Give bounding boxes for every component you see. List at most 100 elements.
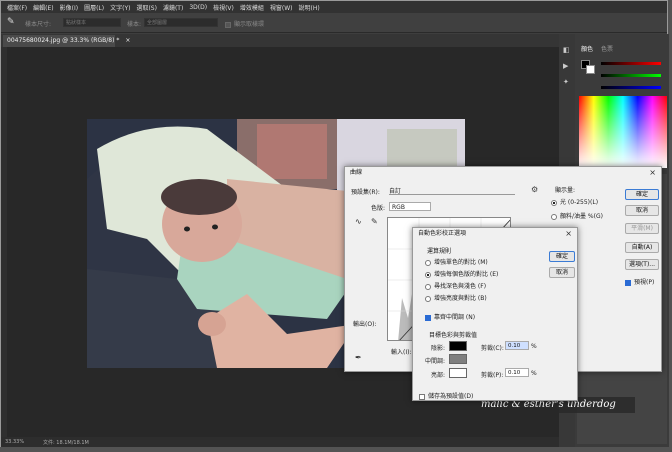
show-ring-label: 顯示取樣環	[234, 21, 265, 28]
clip2-label: 剪裁(P):	[481, 372, 504, 379]
menu-layer[interactable]: 圖層(L)	[84, 3, 104, 12]
menu-select[interactable]: 選取(S)	[136, 3, 157, 12]
highlights-swatch[interactable]	[449, 368, 467, 378]
sample-size-select[interactable]: 點狀樣本	[63, 18, 121, 27]
preset-gear-icon[interactable]: ⚙	[531, 185, 538, 194]
radio-pigment[interactable]	[551, 213, 557, 220]
brush-settings-icon[interactable]: ✦	[563, 78, 569, 86]
snap-label: 靠齊中間調 (N)	[434, 314, 476, 321]
menu-filter[interactable]: 濾鏡(T)	[163, 3, 183, 12]
radio-algo4[interactable]	[425, 295, 431, 302]
radio-algo3[interactable]	[425, 283, 431, 290]
curve-point-tool-icon[interactable]: ∿	[355, 217, 362, 226]
doc-size-readout: 文件: 18.1M/18.1M	[43, 440, 89, 446]
radio-light[interactable]	[551, 199, 557, 206]
preview-checkbox[interactable]	[625, 279, 631, 286]
close-tab-icon[interactable]: ×	[125, 37, 130, 44]
radio-algo1[interactable]	[425, 259, 431, 266]
algo4-label: 增強亮度與對比 (B)	[434, 295, 487, 302]
play-icon[interactable]: ▶	[563, 62, 568, 70]
zoom-readout[interactable]: 33.33%	[5, 439, 24, 445]
auto-color-cancel-button[interactable]: 取消	[549, 267, 575, 278]
channel-label: 色版:	[371, 205, 386, 212]
curves-auto-button[interactable]: 自動(A)	[625, 242, 659, 253]
curves-ok-button[interactable]: 確定	[625, 189, 659, 200]
menu-view[interactable]: 檢視(V)	[213, 3, 234, 12]
radio-algo2[interactable]	[425, 271, 431, 278]
snap-checkbox[interactable]	[425, 314, 431, 321]
save-default-checkbox[interactable]	[419, 393, 425, 400]
tab-color[interactable]: 顏色	[581, 44, 593, 53]
channel-value: RGB	[392, 204, 405, 211]
curves-cancel-button[interactable]: 取消	[625, 205, 659, 216]
midtones-swatch[interactable]	[449, 354, 467, 364]
menu-3d[interactable]: 3D(D)	[189, 4, 207, 11]
auto-color-title-bar[interactable]: 自動色彩校正選項 ×	[413, 228, 577, 240]
opt-pigment-label: 顏料/油墨 %(G)	[560, 213, 603, 220]
red-slider[interactable]	[601, 62, 661, 65]
sample-size-label: 樣本尺寸:	[25, 21, 52, 28]
opt-pigment[interactable]: 顏料/油墨 %(G)	[551, 211, 603, 220]
save-as-default[interactable]: 儲存為預設值(D)	[419, 391, 473, 400]
document-tab[interactable]: 00475680024.jpg @ 33.3% (RGB/8) * ×	[3, 35, 130, 47]
shadows-swatch[interactable]	[449, 341, 467, 351]
history-icon[interactable]: ◧	[563, 46, 570, 54]
close-icon[interactable]: ×	[565, 228, 572, 240]
algo1-label: 增強單色的對比 (M)	[434, 259, 488, 266]
channel-select[interactable]: RGB	[389, 202, 431, 211]
background-color-swatch[interactable]	[586, 65, 595, 74]
auto-color-ok-button[interactable]: 確定	[549, 251, 575, 262]
curves-options-button[interactable]: 選項(T)...	[625, 259, 659, 270]
opt-light[interactable]: 光 (0-255)(L)	[551, 197, 598, 206]
eyedropper-tool-icon[interactable]: ✎	[7, 17, 15, 27]
curves-title: 曲線	[350, 169, 363, 176]
show-ring-box[interactable]	[225, 21, 231, 28]
algo-dark-light[interactable]: 尋找深色與淺色 (F)	[425, 281, 486, 290]
snap-neutral-midtones[interactable]: 靠齊中間調 (N)	[425, 312, 475, 321]
save-default-label: 儲存為預設值(D)	[428, 393, 474, 400]
algo-monochromatic[interactable]: 增強單色的對比 (M)	[425, 257, 488, 266]
clip1-percent: %	[531, 343, 537, 350]
menu-edit[interactable]: 編輯(E)	[33, 3, 53, 12]
preset-value: 自訂	[389, 188, 402, 195]
preview-label: 預視(P)	[634, 279, 655, 286]
curves-smooth-button[interactable]: 平滑(M)	[625, 223, 659, 234]
midtones-label: 中間調:	[425, 358, 446, 365]
status-bar: 33.33% 文件: 18.1M/18.1M	[1, 437, 559, 447]
auto-color-options-dialog: 自動色彩校正選項 × 運算規則 增強單色的對比 (M) 增強每個色版的對比 (E)…	[412, 227, 578, 401]
eyedropper-icon[interactable]: ✒	[355, 353, 362, 362]
output-label: 輸出(O):	[353, 321, 377, 328]
clip2-percent: %	[531, 370, 537, 377]
sample-select[interactable]: 全部圖層	[144, 18, 218, 27]
input-label: 輸入(I):	[391, 349, 412, 356]
preset-select[interactable]: 自訂	[389, 186, 515, 195]
menu-file[interactable]: 檔案(F)	[7, 3, 27, 12]
curves-title-bar[interactable]: 曲線 ×	[345, 167, 661, 179]
clip2-field[interactable]: 0.10	[505, 368, 529, 377]
menu-help[interactable]: 說明(H)	[299, 3, 320, 12]
algo-brightness-contrast[interactable]: 增強亮度與對比 (B)	[425, 293, 487, 302]
shadows-label: 陰影:	[431, 345, 446, 352]
preset-label: 預設集(R):	[351, 189, 380, 196]
menu-type[interactable]: 文字(Y)	[110, 3, 130, 12]
display-amount-label: 顯示量:	[555, 187, 576, 194]
tab-swatches[interactable]: 色票	[601, 44, 613, 53]
menu-image[interactable]: 影像(I)	[60, 3, 78, 12]
menu-window[interactable]: 視窗(W)	[270, 3, 293, 12]
menu-plugins[interactable]: 增效模組	[240, 3, 264, 12]
color-spectrum[interactable]	[579, 96, 667, 168]
pencil-tool-icon[interactable]: ✎	[371, 217, 378, 226]
document-tab-title: 00475680024.jpg @ 33.3% (RGB/8) *	[7, 37, 120, 44]
curves-preview[interactable]: 預視(P)	[625, 277, 654, 286]
clip1-field[interactable]: 0.10	[505, 341, 529, 350]
menu-bar: 檔案(F) 編輯(E) 影像(I) 圖層(L) 文字(Y) 選取(S) 濾鏡(T…	[1, 1, 667, 13]
green-slider[interactable]	[601, 74, 661, 77]
algo3-label: 尋找深色與淺色 (F)	[434, 283, 487, 290]
blue-slider[interactable]	[601, 86, 661, 89]
algo-per-channel[interactable]: 增強每個色版的對比 (E)	[425, 269, 498, 278]
show-ring-checkbox[interactable]: 顯示取樣環	[225, 19, 264, 28]
sample-label: 樣本:	[127, 21, 142, 28]
algorithms-label: 運算規則	[427, 248, 452, 255]
auto-color-title: 自動色彩校正選項	[418, 230, 467, 237]
close-icon[interactable]: ×	[649, 167, 656, 179]
